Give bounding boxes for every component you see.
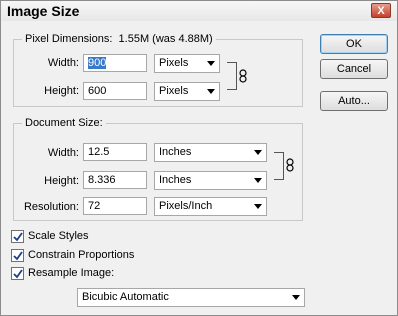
chevron-down-icon: [292, 295, 300, 300]
chain-link-icon: [286, 158, 294, 172]
pixel-height-input[interactable]: 600: [83, 82, 147, 100]
image-size-dialog: Image Size X Pixel Dimensions: 1.55M (wa…: [0, 0, 398, 316]
pixel-link-bracket: [227, 62, 237, 90]
chevron-down-icon: [207, 89, 215, 94]
chevron-down-icon: [254, 150, 262, 155]
document-height-unit-select[interactable]: Inches: [154, 171, 267, 190]
resample-method-select[interactable]: Bicubic Automatic: [77, 288, 305, 307]
resolution-unit-select[interactable]: Pixels/Inch: [154, 197, 267, 216]
pixel-width-unit-select[interactable]: Pixels: [154, 54, 220, 73]
checkmark-icon: [11, 249, 24, 262]
ok-button[interactable]: OK: [320, 34, 388, 54]
document-width-label: Width:: [47, 147, 79, 159]
resolution-input[interactable]: 72: [83, 197, 147, 215]
document-size-legend: Document Size:: [25, 117, 103, 129]
document-width-unit-select[interactable]: Inches: [154, 143, 267, 162]
pixel-width-label: Width:: [47, 57, 79, 69]
chevron-down-icon: [254, 204, 262, 209]
document-width-input[interactable]: 12.5: [83, 143, 147, 161]
close-icon[interactable]: X: [371, 3, 391, 18]
checkmark-icon: [11, 230, 24, 243]
title-bar[interactable]: Image Size X: [1, 1, 397, 21]
pixel-dimensions-legend: Pixel Dimensions: 1.55M (was 4.88M): [25, 33, 213, 45]
auto-button[interactable]: Auto...: [320, 91, 388, 111]
document-height-label: Height:: [44, 175, 79, 187]
constrain-proportions-checkbox[interactable]: Constrain Proportions: [11, 249, 171, 263]
document-link-bracket: [274, 152, 284, 180]
resample-image-checkbox[interactable]: Resample Image:: [11, 267, 141, 281]
document-height-input[interactable]: 8.336: [83, 171, 147, 189]
dialog-title: Image Size: [7, 3, 80, 19]
chain-link-icon: [239, 69, 247, 83]
pixel-width-input[interactable]: 900: [83, 54, 147, 72]
pixel-dimensions-summary: 1.55M (was 4.88M): [118, 33, 213, 45]
chevron-down-icon: [207, 61, 215, 66]
pixel-height-unit-select[interactable]: Pixels: [154, 82, 220, 101]
resolution-label: Resolution:: [23, 201, 79, 213]
cancel-button[interactable]: Cancel: [320, 59, 388, 79]
scale-styles-checkbox[interactable]: Scale Styles: [11, 230, 131, 244]
pixel-height-label: Height:: [44, 85, 79, 97]
chevron-down-icon: [254, 178, 262, 183]
checkmark-icon: [11, 267, 24, 280]
